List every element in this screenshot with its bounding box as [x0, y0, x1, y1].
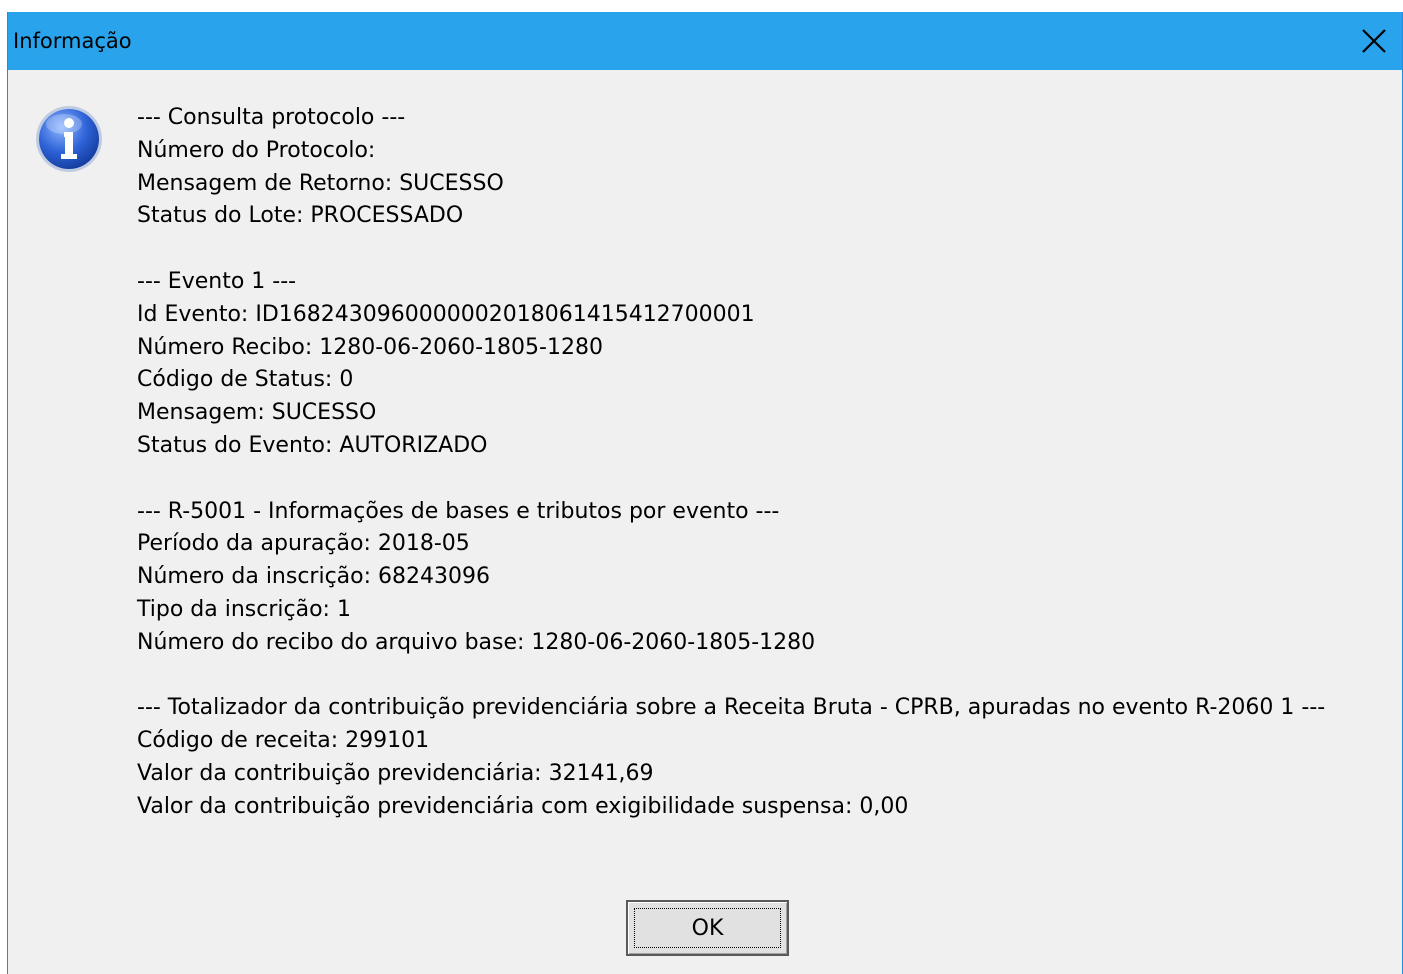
- registration-type: Tipo da inscrição: 1: [137, 596, 351, 622]
- info-icon: [36, 106, 102, 172]
- ok-button[interactable]: OK: [626, 900, 789, 956]
- protocol-number: Número do Protocolo:: [137, 137, 376, 163]
- return-message: Mensagem de Retorno: SUCESSO: [137, 170, 504, 196]
- event-message: Mensagem: SUCESSO: [137, 400, 377, 426]
- ok-button-label: OK: [691, 915, 724, 941]
- receipt-number: Número Recibo: 1280-06-2060-1805-1280: [137, 334, 603, 360]
- protocol-heading: --- Consulta protocolo ---: [137, 105, 406, 130]
- base-receipt-number: Número do recibo do arquivo base: 1280-0…: [137, 629, 816, 655]
- information-dialog: Informação --- Consulta protocolo --- Nú…: [7, 12, 1403, 974]
- assessment-period: Período da apuração: 2018-05: [137, 531, 470, 557]
- event-heading: --- Evento 1 ---: [137, 268, 297, 294]
- title-bar[interactable]: Informação: [8, 12, 1402, 70]
- event-status: Status do Evento: AUTORIZADO: [137, 432, 488, 458]
- close-button[interactable]: [1354, 21, 1394, 61]
- totalizer-heading: --- Totalizador da contribuição previden…: [137, 695, 1326, 721]
- r5001-heading: --- R-5001 - Informações de bases e trib…: [137, 498, 780, 524]
- contribution-value: Valor da contribuição previdenciária: 32…: [137, 760, 654, 786]
- registration-number: Número da inscrição: 68243096: [137, 564, 491, 590]
- batch-status: Status do Lote: PROCESSADO: [137, 203, 464, 229]
- suspended-contribution-value: Valor da contribuição previdenciária com…: [137, 793, 909, 819]
- window-title: Informação: [13, 29, 132, 53]
- status-code: Código de Status: 0: [137, 367, 354, 393]
- message-text: --- Consulta protocolo --- Número do Pro…: [137, 102, 1399, 824]
- revenue-code: Código de receita: 299101: [137, 728, 430, 754]
- close-icon: [1362, 29, 1386, 53]
- event-id: Id Evento: ID168243096000000201806141541…: [137, 301, 755, 327]
